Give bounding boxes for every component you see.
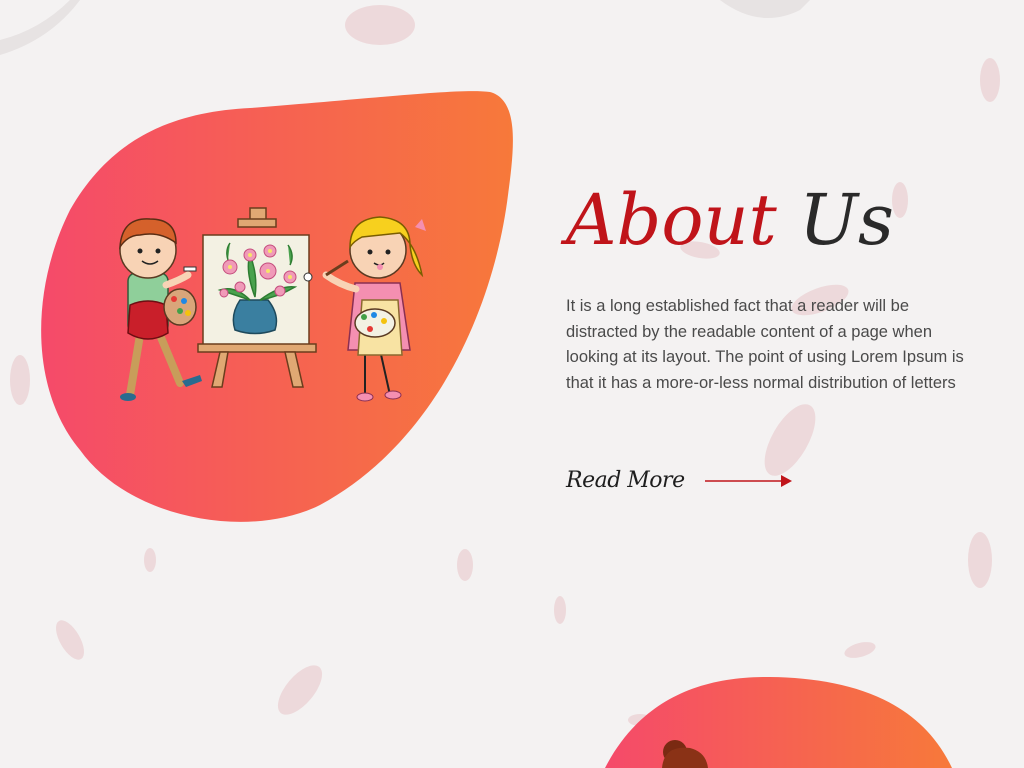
read-more-label: Read More — [566, 468, 685, 493]
boy-painter — [119, 218, 202, 401]
read-more-link[interactable]: Read More — [566, 468, 793, 493]
easel — [197, 207, 317, 388]
girl-painter — [303, 216, 426, 402]
arrow-right-icon — [704, 474, 792, 487]
about-heading-word-1: About — [566, 179, 777, 261]
about-us-heading: About Us — [566, 180, 894, 260]
about-heading-word-2: Us — [798, 179, 894, 261]
children-painting-illustration — [119, 207, 426, 402]
about-body-text: It is a long established fact that a rea… — [566, 297, 964, 392]
